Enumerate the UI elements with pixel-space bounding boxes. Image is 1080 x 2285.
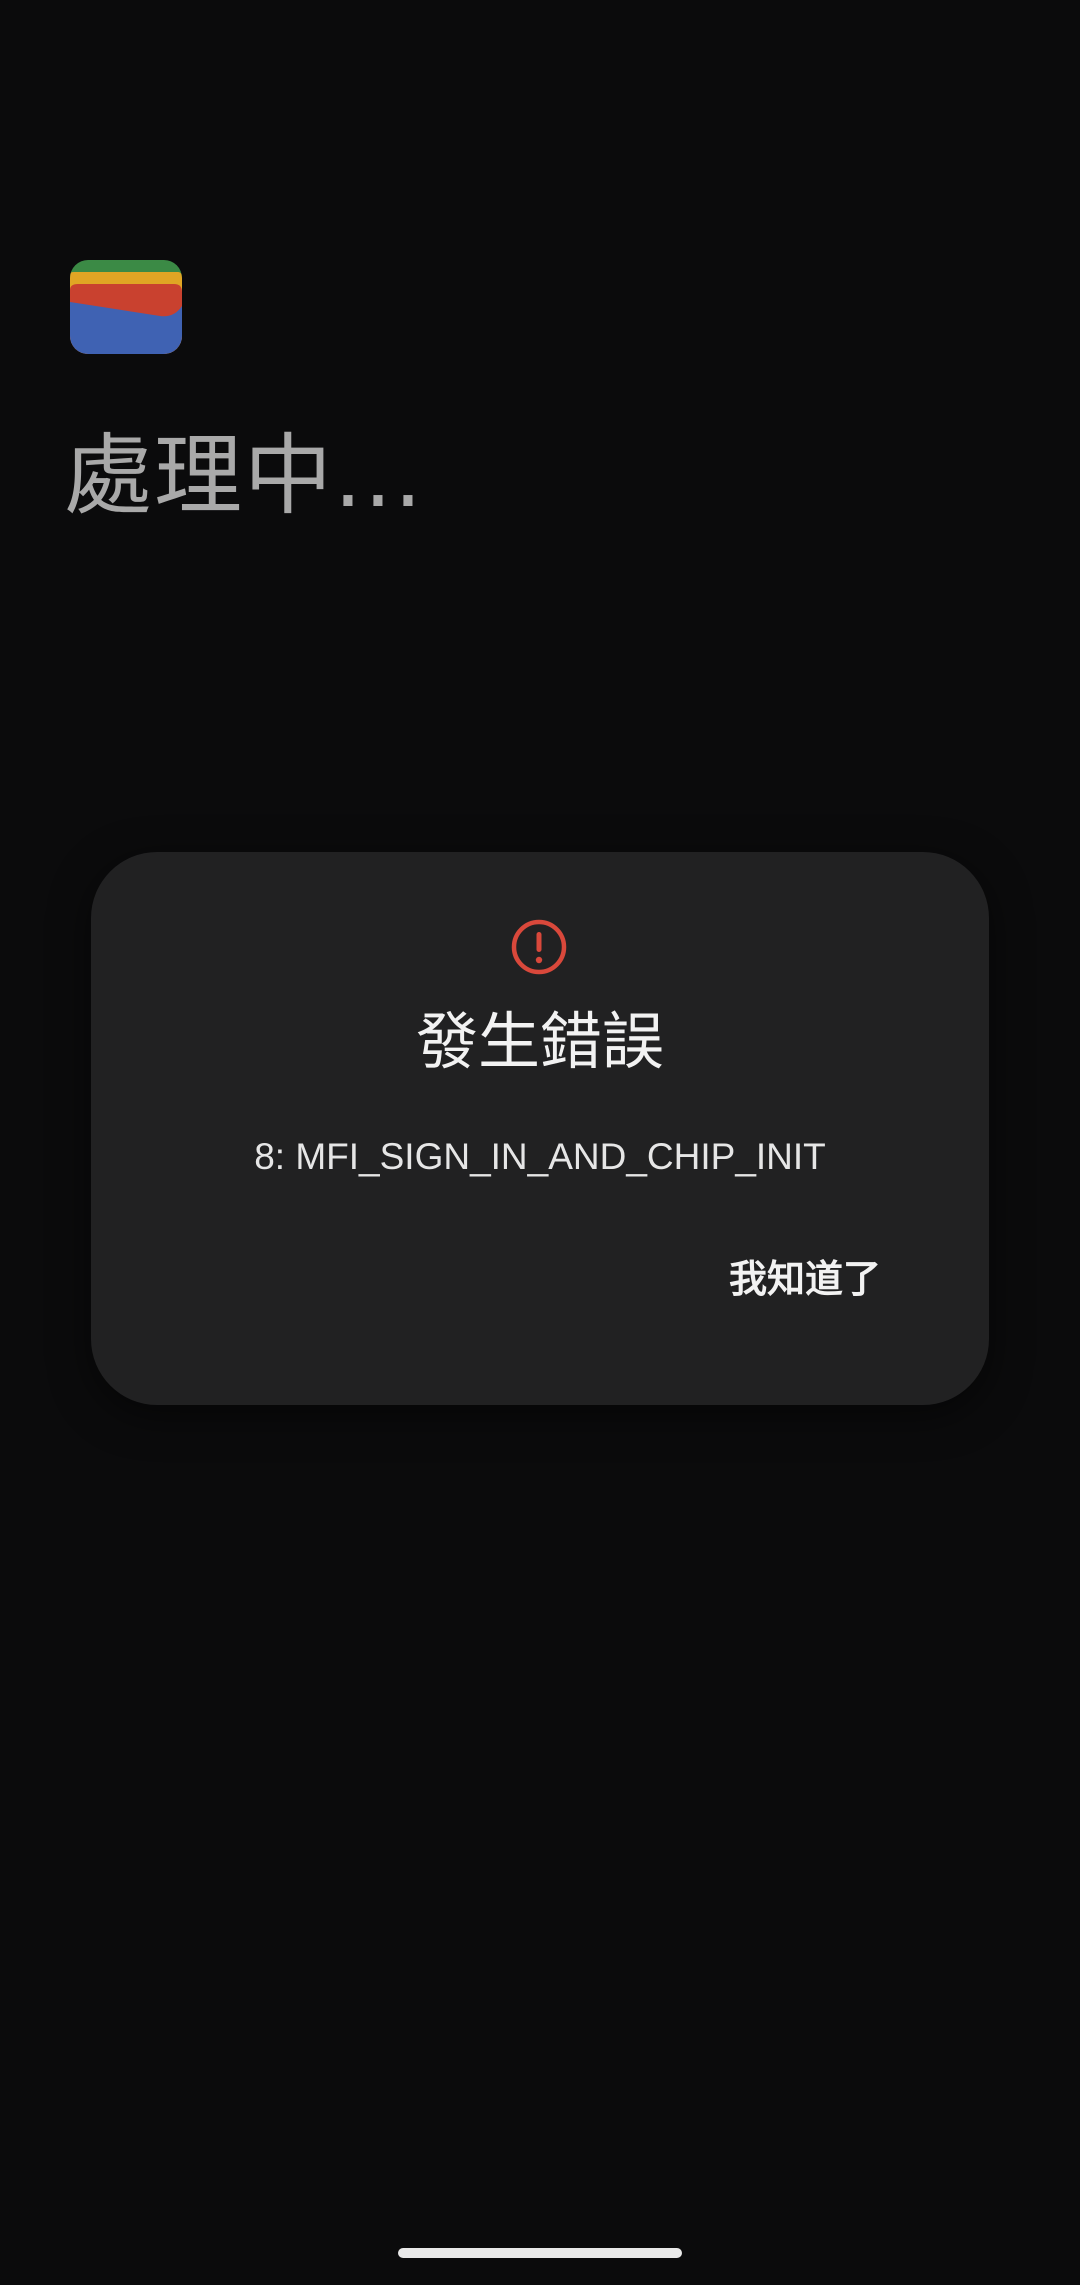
error-dialog: 發生錯誤 8: MFI_SIGN_IN_AND_CHIP_INIT 我知道了 — [91, 852, 989, 1405]
dialog-error-message: 8: MFI_SIGN_IN_AND_CHIP_INIT — [254, 1136, 826, 1177]
home-indicator-bar[interactable] — [398, 2248, 682, 2258]
got-it-button[interactable]: 我知道了 — [721, 1244, 889, 1314]
dialog-title: 發生錯誤 — [415, 1005, 664, 1078]
screen: 處理中... 發生錯誤 8: MFI_SIGN_IN_AND_CHIP_INIT… — [0, 0, 1080, 2285]
error-alert-icon — [510, 918, 568, 976]
